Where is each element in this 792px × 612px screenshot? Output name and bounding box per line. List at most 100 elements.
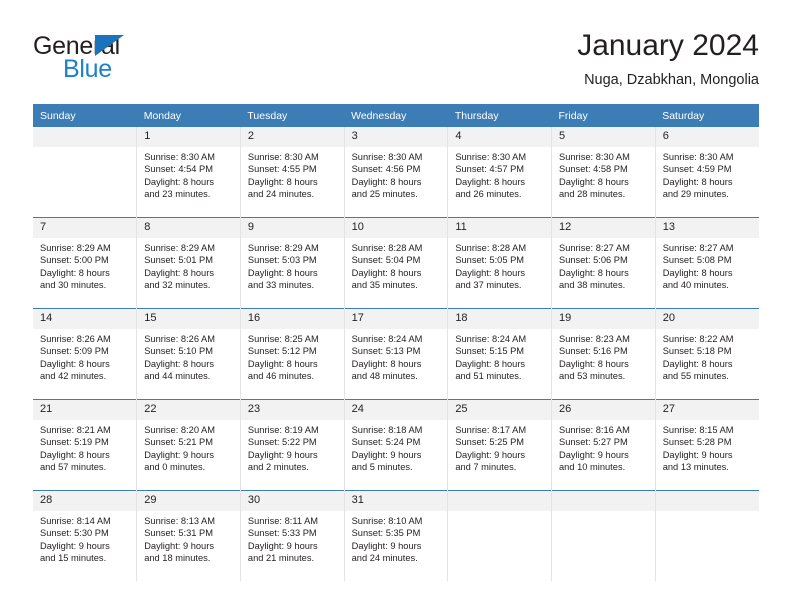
calendar-day-cell[interactable]: 29 Sunrise: 8:13 AM Sunset: 5:31 PM Dayligh… — [136, 490, 241, 581]
calendar-day-cell[interactable]: 5 Sunrise: 8:30 AM Sunset: 4:58 PM Daylight… — [551, 127, 656, 218]
day-daylight1-text: Daylight: 9 hours — [455, 449, 526, 460]
day-sunrise-text: Sunrise: 8:20 AM — [144, 425, 216, 435]
day-daylight1-text: Daylight: 9 hours — [40, 540, 110, 551]
day-number: 13 — [655, 218, 759, 238]
day-number: 19 — [552, 309, 655, 329]
day-sunset-text: Sunset: 5:12 PM — [247, 346, 317, 357]
calendar-day-cell[interactable]: 16 Sunrise: 8:25 AM Sunset: 5:12 PM Dayligh… — [239, 308, 345, 400]
calendar-day-cell[interactable]: 24 Sunrise: 8:18 AM Sunset: 5:24 PM Dayligh… — [343, 399, 448, 491]
day-number: 17 — [344, 309, 448, 329]
day-cell-inner: 17 Sunrise: 8:24 AM Sunset: 5:13 PM Dayligh… — [344, 309, 448, 399]
calendar-day-cell[interactable]: 14 Sunrise: 8:26 AM Sunset: 5:09 PM Dayligh… — [33, 308, 137, 400]
day-number: 16 — [240, 309, 344, 329]
day-number: 29 — [137, 491, 240, 511]
day-daylight1-text: Daylight: 8 hours — [247, 176, 318, 187]
day-sunset-text: Sunset: 5:13 PM — [351, 346, 421, 357]
day-sunset-text: Sunset: 4:57 PM — [455, 164, 525, 175]
calendar-day-cell[interactable]: 4 Sunrise: 8:30 AM Sunset: 4:57 PM Daylight… — [447, 127, 552, 218]
calendar-day-cell[interactable]: 3 Sunrise: 8:30 AM Sunset: 4:56 PM Daylight… — [343, 127, 448, 218]
calendar-day-cell[interactable]: 8 Sunrise: 8:29 AM Sunset: 5:01 PM Daylight… — [136, 217, 241, 309]
weekday-header-saturday: Saturday — [655, 104, 759, 127]
day-number: 22 — [137, 400, 240, 420]
day-daylight2-text: and 25 minutes. — [351, 189, 418, 200]
day-daylight2-text: and 21 minutes. — [247, 553, 315, 564]
calendar-day-cell[interactable]: 2 Sunrise: 8:30 AM Sunset: 4:55 PM Daylight… — [239, 127, 345, 218]
day-number — [33, 127, 137, 147]
calendar-empty-cell — [654, 490, 759, 581]
day-sun-info: Sunrise: 8:23 AM Sunset: 5:16 PM Daylight:… — [552, 329, 655, 383]
calendar-day-cell[interactable]: 1 Sunrise: 8:30 AM Sunset: 4:54 PM Daylight… — [136, 127, 241, 218]
day-sunrise-text: Sunrise: 8:27 AM — [559, 243, 630, 253]
day-number: 4 — [448, 127, 552, 147]
day-number: 24 — [344, 400, 448, 420]
day-cell-inner: 5 Sunrise: 8:30 AM Sunset: 4:58 PM Daylight… — [552, 127, 655, 217]
day-number: 26 — [552, 400, 655, 420]
calendar-day-cell[interactable]: 9 Sunrise: 8:29 AM Sunset: 5:03 PM Daylight… — [239, 217, 345, 309]
calendar-day-cell[interactable]: 22 Sunrise: 8:20 AM Sunset: 5:21 PM Dayligh… — [136, 399, 241, 491]
day-daylight1-text: Daylight: 8 hours — [247, 267, 318, 278]
calendar-day-cell[interactable]: 25 Sunrise: 8:17 AM Sunset: 5:25 PM Dayligh… — [447, 399, 552, 491]
calendar-day-cell[interactable]: 19 Sunrise: 8:23 AM Sunset: 5:16 PM Dayligh… — [551, 308, 656, 400]
calendar-day-cell[interactable]: 28 Sunrise: 8:14 AM Sunset: 5:30 PM Dayligh… — [33, 490, 137, 581]
day-cell-inner: 6 Sunrise: 8:30 AM Sunset: 4:59 PM Daylight… — [655, 127, 759, 217]
page-title: January 2024 — [577, 29, 759, 62]
calendar-header-row: Sunday Monday Tuesday Wednesday Thursday… — [33, 104, 759, 127]
calendar-day-cell[interactable]: 30 Sunrise: 8:11 AM Sunset: 5:33 PM Dayligh… — [239, 490, 345, 581]
day-sunset-text: Sunset: 5:18 PM — [662, 346, 732, 357]
calendar-day-cell[interactable]: 13 Sunrise: 8:27 AM Sunset: 5:08 PM Dayligh… — [654, 217, 759, 309]
calendar-day-cell[interactable]: 6 Sunrise: 8:30 AM Sunset: 4:59 PM Daylight… — [654, 127, 759, 218]
calendar-day-cell[interactable]: 20 Sunrise: 8:22 AM Sunset: 5:18 PM Dayligh… — [654, 308, 759, 400]
day-daylight2-text: and 40 minutes. — [662, 280, 729, 291]
day-daylight1-text: Daylight: 8 hours — [559, 267, 629, 278]
calendar-day-cell[interactable]: 27 Sunrise: 8:15 AM Sunset: 5:28 PM Dayligh… — [654, 399, 759, 491]
calendar-day-cell[interactable]: 11 Sunrise: 8:28 AM Sunset: 5:05 PM Dayligh… — [447, 217, 552, 309]
day-daylight2-text: and 5 minutes. — [351, 462, 413, 473]
day-sun-info: Sunrise: 8:14 AM Sunset: 5:30 PM Daylight:… — [33, 511, 136, 565]
weekday-header-wednesday: Wednesday — [344, 104, 448, 127]
day-sunrise-text: Sunrise: 8:13 AM — [144, 516, 216, 526]
calendar-day-cell[interactable]: 12 Sunrise: 8:27 AM Sunset: 5:06 PM Dayligh… — [551, 217, 656, 309]
day-daylight2-text: and 42 minutes. — [40, 371, 107, 382]
day-sunrise-text: Sunrise: 8:22 AM — [662, 334, 734, 344]
day-sunrise-text: Sunrise: 8:29 AM — [247, 243, 319, 253]
day-daylight2-text: and 13 minutes. — [662, 462, 729, 473]
day-daylight2-text: and 24 minutes. — [351, 553, 418, 564]
day-sunrise-text: Sunrise: 8:30 AM — [351, 152, 423, 162]
calendar-week-row: 1 Sunrise: 8:30 AM Sunset: 4:54 PM Daylight… — [33, 127, 759, 218]
calendar-day-cell[interactable]: 26 Sunrise: 8:16 AM Sunset: 5:27 PM Dayligh… — [551, 399, 656, 491]
day-daylight1-text: Daylight: 9 hours — [247, 540, 318, 551]
day-daylight2-text: and 18 minutes. — [144, 553, 211, 564]
calendar-empty-cell — [33, 127, 137, 218]
day-number: 2 — [240, 127, 344, 147]
day-daylight2-text: and 44 minutes. — [144, 371, 211, 382]
day-number: 18 — [448, 309, 552, 329]
calendar-empty-cell — [447, 490, 552, 581]
day-number: 5 — [552, 127, 655, 147]
day-cell-inner: 25 Sunrise: 8:17 AM Sunset: 5:25 PM Dayligh… — [448, 400, 552, 490]
day-sunset-text: Sunset: 5:05 PM — [455, 255, 525, 266]
day-cell-inner: 15 Sunrise: 8:26 AM Sunset: 5:10 PM Dayligh… — [137, 309, 240, 399]
day-cell-inner: 28 Sunrise: 8:14 AM Sunset: 5:30 PM Dayligh… — [33, 491, 137, 581]
calendar-day-cell[interactable]: 31 Sunrise: 8:10 AM Sunset: 5:35 PM Dayligh… — [343, 490, 448, 581]
day-cell-inner: 31 Sunrise: 8:10 AM Sunset: 5:35 PM Dayligh… — [344, 491, 448, 581]
calendar-body: 1 Sunrise: 8:30 AM Sunset: 4:54 PM Daylight… — [33, 127, 759, 581]
day-cell-inner — [33, 127, 137, 217]
calendar-day-cell[interactable]: 17 Sunrise: 8:24 AM Sunset: 5:13 PM Dayligh… — [343, 308, 448, 400]
day-sun-info: Sunrise: 8:30 AM Sunset: 4:54 PM Daylight:… — [137, 147, 240, 201]
calendar-day-cell[interactable]: 21 Sunrise: 8:21 AM Sunset: 5:19 PM Dayligh… — [33, 399, 137, 491]
day-cell-inner: 14 Sunrise: 8:26 AM Sunset: 5:09 PM Dayligh… — [33, 309, 137, 399]
day-sun-info: Sunrise: 8:30 AM Sunset: 4:56 PM Daylight:… — [345, 147, 448, 201]
day-daylight1-text: Daylight: 9 hours — [247, 449, 318, 460]
calendar-day-cell[interactable]: 18 Sunrise: 8:24 AM Sunset: 5:15 PM Dayligh… — [447, 308, 552, 400]
day-sunrise-text: Sunrise: 8:30 AM — [662, 152, 734, 162]
calendar-day-cell[interactable]: 23 Sunrise: 8:19 AM Sunset: 5:22 PM Dayligh… — [239, 399, 345, 491]
day-cell-inner: 13 Sunrise: 8:27 AM Sunset: 5:08 PM Dayligh… — [655, 218, 759, 308]
day-sunset-text: Sunset: 5:16 PM — [559, 346, 628, 357]
day-sunrise-text: Sunrise: 8:15 AM — [662, 425, 734, 435]
day-cell-inner — [552, 491, 655, 581]
calendar-day-cell[interactable]: 7 Sunrise: 8:29 AM Sunset: 5:00 PM Daylight… — [33, 217, 137, 309]
calendar-day-cell[interactable]: 10 Sunrise: 8:28 AM Sunset: 5:04 PM Dayligh… — [343, 217, 448, 309]
day-daylight2-text: and 32 minutes. — [144, 280, 211, 291]
calendar-day-cell[interactable]: 15 Sunrise: 8:26 AM Sunset: 5:10 PM Dayligh… — [136, 308, 241, 400]
day-sun-info — [552, 511, 655, 515]
